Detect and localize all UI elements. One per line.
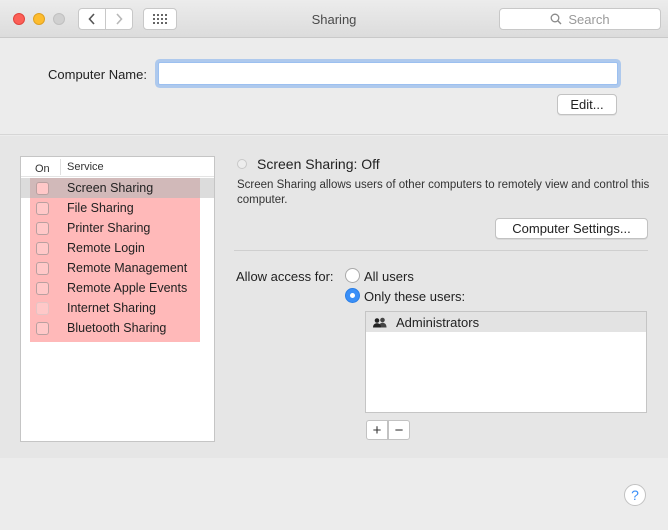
help-button[interactable]: ?	[624, 484, 646, 506]
all-users-radio[interactable]	[345, 268, 360, 283]
only-these-users-radio[interactable]	[345, 288, 360, 303]
status-indicator	[237, 159, 247, 169]
service-row-printer-sharing[interactable]: Printer Sharing	[21, 218, 214, 238]
bluetooth-sharing-checkbox[interactable]	[36, 322, 49, 335]
service-label: Remote Apple Events	[67, 281, 188, 295]
service-label: Remote Login	[67, 241, 145, 255]
on-column-header: On	[21, 159, 61, 175]
service-label: Bluetooth Sharing	[67, 321, 167, 335]
service-label: Remote Management	[67, 261, 188, 275]
remove-user-button[interactable]: −	[388, 420, 410, 440]
screen-sharing-checkbox[interactable]	[36, 182, 49, 195]
divider	[234, 250, 648, 251]
search-field[interactable]: Search	[499, 8, 661, 30]
service-row-file-sharing[interactable]: File Sharing	[21, 198, 214, 218]
computer-name-section: Computer Name: Edit...	[0, 38, 668, 135]
service-row-bluetooth-sharing[interactable]: Bluetooth Sharing	[21, 318, 214, 338]
service-label: Printer Sharing	[67, 221, 151, 235]
printer-sharing-checkbox[interactable]	[36, 222, 49, 235]
remote-apple-events-checkbox[interactable]	[36, 282, 49, 295]
service-row-remote-apple-events[interactable]: Remote Apple Events	[21, 278, 214, 298]
file-sharing-checkbox[interactable]	[36, 202, 49, 215]
group-icon	[372, 317, 388, 328]
services-header: On Service	[21, 157, 214, 177]
computer-name-label: Computer Name:	[48, 67, 147, 82]
service-description: Screen Sharing allows users of other com…	[237, 179, 650, 206]
edit-button[interactable]: Edit...	[557, 94, 617, 115]
service-row-remote-login[interactable]: Remote Login	[21, 238, 214, 258]
remote-login-checkbox[interactable]	[36, 242, 49, 255]
service-label: Internet Sharing	[67, 301, 156, 315]
user-label: Administrators	[396, 314, 480, 330]
computer-settings-button[interactable]: Computer Settings...	[495, 218, 648, 239]
user-row-administrators[interactable]: Administrators	[366, 312, 646, 332]
internet-sharing-checkbox[interactable]	[36, 302, 49, 315]
search-placeholder: Search	[568, 11, 610, 27]
add-user-button[interactable]: +	[366, 420, 388, 440]
remote-management-checkbox[interactable]	[36, 262, 49, 275]
allow-access-label: Allow access for:	[236, 269, 334, 284]
all-users-label[interactable]: All users	[364, 269, 414, 284]
computer-name-input[interactable]	[158, 62, 618, 85]
service-label: Screen Sharing	[67, 181, 154, 195]
service-row-internet-sharing[interactable]: Internet Sharing	[21, 298, 214, 318]
service-label: File Sharing	[67, 201, 134, 215]
search-icon	[550, 13, 562, 25]
users-list: Administrators	[365, 311, 647, 413]
service-row-screen-sharing[interactable]: Screen Sharing	[21, 178, 214, 198]
service-column-header: Service	[67, 161, 104, 173]
service-row-remote-management[interactable]: Remote Management	[21, 258, 214, 278]
services-list: On Service Screen Sharing File Sharing P…	[20, 156, 215, 442]
only-these-users-label[interactable]: Only these users:	[364, 289, 465, 304]
sharing-panel: On Service Screen Sharing File Sharing P…	[0, 136, 668, 458]
title-bar: Sharing Search	[0, 0, 668, 38]
status-title: Screen Sharing: Off	[257, 156, 380, 172]
